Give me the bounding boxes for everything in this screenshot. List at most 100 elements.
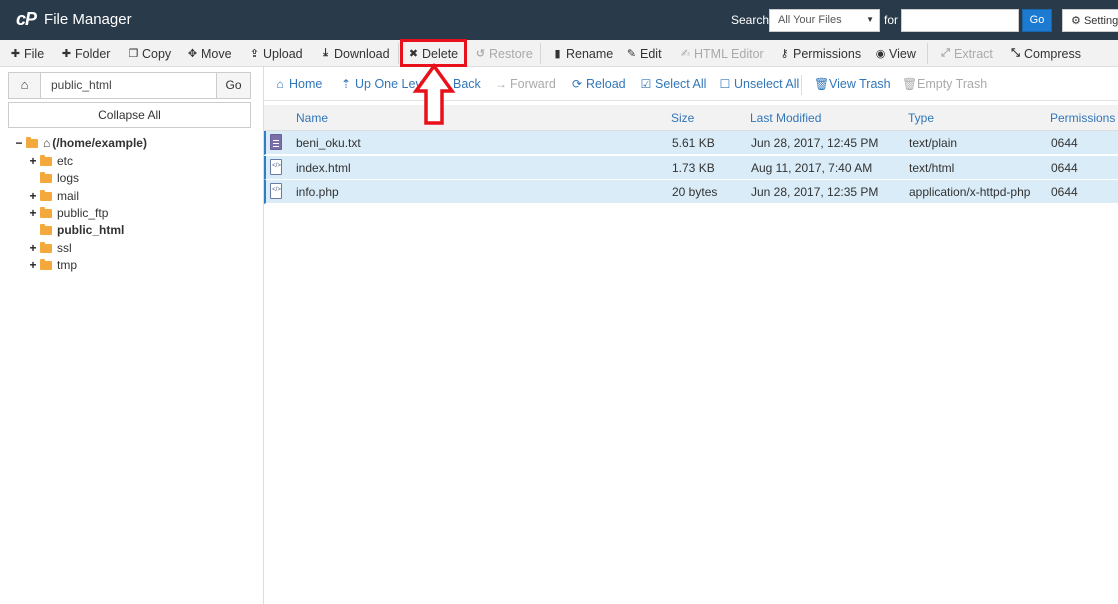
home-icon: ⌂ <box>43 136 51 150</box>
plus-icon: ✚ <box>10 48 21 60</box>
top-header: cP File Manager Search All Your Files ▼ … <box>0 0 1118 40</box>
file-permissions: 0644 <box>1051 136 1078 150</box>
column-header-permissions[interactable]: Permissions <box>1050 111 1115 125</box>
tree-item-public-html[interactable]: public_html <box>28 222 124 238</box>
upload-button[interactable]: ⇪ Upload <box>249 45 303 62</box>
home-icon: ⌂ <box>276 77 284 91</box>
select-all-button[interactable]: ☑ Select All <box>640 77 707 91</box>
edit-button[interactable]: ✎ Edit <box>626 45 662 62</box>
settings-button[interactable]: ⚙ Settings <box>1062 9 1118 32</box>
folder-icon <box>40 206 52 218</box>
collapse-toggle-icon[interactable]: − <box>14 136 24 150</box>
table-row[interactable]: info.php 20 bytes Jun 28, 2017, 12:35 PM… <box>264 180 1118 204</box>
new-folder-button[interactable]: ✚ Folder <box>61 45 111 62</box>
code-file-icon <box>270 183 282 199</box>
folder-icon <box>40 189 52 201</box>
nav-reload-button[interactable]: ⟳ Reload <box>571 77 626 91</box>
column-header-size[interactable]: Size <box>671 111 694 125</box>
tree-item-public-ftp[interactable]: + public_ftp <box>28 205 108 221</box>
expand-toggle-icon[interactable]: + <box>28 206 38 220</box>
collapse-all-button[interactable]: Collapse All <box>8 102 251 128</box>
file-size: 1.73 KB <box>672 161 715 175</box>
expand-icon: ⤢ <box>941 47 950 59</box>
view-trash-button[interactable]: 🗑 View Trash <box>814 77 891 91</box>
file-type: application/x-httpd-php <box>909 185 1031 199</box>
table-row[interactable]: index.html 1.73 KB Aug 11, 2017, 7:40 AM… <box>264 156 1118 180</box>
folder-icon <box>40 154 52 166</box>
restore-button[interactable]: ↺ Restore <box>475 45 533 62</box>
extract-button[interactable]: ⤢ Extract <box>940 45 993 62</box>
column-header-name[interactable]: Name <box>296 111 328 125</box>
arrow-right-icon: → <box>495 77 507 91</box>
tree-item-home[interactable]: − ⌂ (/home/example) <box>14 135 146 151</box>
brand[interactable]: cP File Manager <box>16 9 132 30</box>
settings-label: Settings <box>1083 15 1118 27</box>
file-name: info.php <box>296 185 339 199</box>
code-file-icon <box>270 159 282 175</box>
path-go-button[interactable]: Go <box>216 72 251 99</box>
directory-sidebar: ⌂ public_html Go Collapse All − ⌂ (/home… <box>0 67 264 604</box>
nav-home-button[interactable]: ⌂ Home <box>274 77 322 91</box>
copy-icon: ❐ <box>128 48 139 60</box>
level-up-icon: ⇡ <box>340 77 352 91</box>
eye-icon: ◉ <box>875 48 886 60</box>
trash-icon: 🗑 <box>902 77 918 91</box>
new-file-button[interactable]: ✚ File <box>10 45 44 62</box>
path-home-button[interactable]: ⌂ <box>8 72 41 99</box>
search-go-button[interactable]: Go <box>1022 9 1052 32</box>
download-icon: ⤓ <box>323 47 328 59</box>
file-modified: Aug 11, 2017, 7:40 AM <box>751 161 873 175</box>
file-type: text/plain <box>909 136 958 150</box>
view-button[interactable]: ◉ View <box>875 45 916 62</box>
expand-toggle-icon[interactable]: + <box>28 241 38 255</box>
file-modified: Jun 28, 2017, 12:35 PM <box>751 185 879 199</box>
nav-forward-button[interactable]: → Forward <box>495 77 556 91</box>
pencil-icon: ✎ <box>626 48 637 60</box>
folder-icon <box>40 258 52 270</box>
tree-item-etc[interactable]: + etc <box>28 153 73 169</box>
tree-item-logs[interactable]: logs <box>28 170 79 186</box>
trash-icon: 🗑 <box>814 77 830 91</box>
column-header-type[interactable]: Type <box>908 111 934 125</box>
folder-icon <box>40 223 52 235</box>
unselect-all-button[interactable]: ☐ Unselect All <box>719 77 800 91</box>
file-icon: ▮ <box>554 48 561 60</box>
tree-item-tmp[interactable]: + tmp <box>28 257 77 273</box>
search-label: Search <box>731 13 770 27</box>
expand-toggle-icon[interactable]: + <box>28 154 38 168</box>
path-input[interactable]: public_html <box>40 72 217 99</box>
expand-toggle-icon[interactable]: + <box>28 258 38 272</box>
key-icon: ⚷ <box>780 48 789 60</box>
reload-icon: ⟳ <box>571 77 583 91</box>
checkbox-checked-icon: ☑ <box>640 77 652 91</box>
for-label: for <box>884 13 899 27</box>
compress-button[interactable]: ⤡ Compress <box>1010 45 1081 62</box>
search-scope-value: All Your Files <box>778 14 842 26</box>
tree-item-ssl[interactable]: + ssl <box>28 240 71 256</box>
expand-toggle-icon[interactable]: + <box>28 189 38 203</box>
annotation-arrow-icon <box>412 63 456 125</box>
toolbar-divider <box>540 43 541 64</box>
plus-icon: ✚ <box>61 48 72 60</box>
folder-icon <box>40 171 52 183</box>
copy-button[interactable]: ❐ Copy <box>128 45 172 62</box>
tree-item-mail[interactable]: + mail <box>28 188 79 204</box>
file-table-header: Name Size Last Modified Type Permissions <box>264 105 1118 131</box>
file-name: beni_oku.txt <box>296 136 361 150</box>
file-modified: Jun 28, 2017, 12:45 PM <box>751 136 879 150</box>
file-size: 5.61 KB <box>672 136 715 150</box>
rename-button[interactable]: ▮ Rename <box>552 45 613 62</box>
download-button[interactable]: ⤓ Download <box>320 45 390 62</box>
table-row[interactable]: beni_oku.txt 5.61 KB Jun 28, 2017, 12:45… <box>264 131 1118 155</box>
move-icon: ✥ <box>187 48 198 60</box>
checkbox-empty-icon: ☐ <box>719 77 731 91</box>
search-scope-select[interactable]: All Your Files ▼ <box>769 9 880 32</box>
html-editor-button[interactable]: ✍ HTML Editor <box>680 45 764 62</box>
permissions-button[interactable]: ⚷ Permissions <box>779 45 861 62</box>
navigation-bar: ⌂Home ⇡Up One Level ←Back →Forward ⟳Relo… <box>264 69 1118 101</box>
column-header-last-modified[interactable]: Last Modified <box>750 111 821 125</box>
empty-trash-button[interactable]: 🗑 Empty Trash <box>902 77 987 91</box>
move-button[interactable]: ✥ Move <box>187 45 232 62</box>
caret-down-icon: ▼ <box>866 15 874 24</box>
search-input[interactable] <box>901 9 1019 32</box>
